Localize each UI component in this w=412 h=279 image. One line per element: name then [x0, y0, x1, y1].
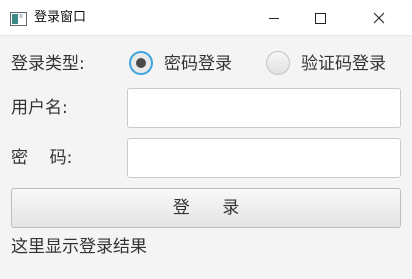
code-login-radio[interactable] — [266, 51, 290, 75]
title-bar[interactable]: 登录窗口 — [0, 0, 412, 36]
minimize-icon — [269, 18, 279, 19]
password-login-label[interactable]: 密码登录 — [164, 53, 232, 75]
login-window: 登录窗口 登录类型: 密码登录 验证码登录 用户名: 密 码: 登 录 这里显示… — [0, 0, 412, 279]
maximize-button[interactable] — [297, 0, 343, 36]
username-label: 用户名: — [11, 98, 68, 118]
username-input[interactable] — [127, 88, 401, 128]
password-input[interactable] — [127, 138, 401, 178]
close-button[interactable] — [355, 0, 401, 36]
login-button[interactable]: 登 录 — [11, 188, 401, 228]
minimize-button[interactable] — [251, 0, 297, 36]
radio-selected-dot — [136, 58, 146, 68]
close-icon — [373, 12, 385, 24]
login-result-text: 这里显示登录结果 — [11, 237, 147, 257]
app-icon — [10, 11, 27, 26]
maximize-icon — [315, 13, 326, 24]
password-login-radio[interactable] — [129, 51, 153, 75]
login-type-label: 登录类型: — [11, 54, 85, 74]
code-login-label[interactable]: 验证码登录 — [301, 53, 386, 75]
window-title: 登录窗口 — [34, 10, 87, 25]
password-label: 密 码: — [11, 148, 73, 168]
